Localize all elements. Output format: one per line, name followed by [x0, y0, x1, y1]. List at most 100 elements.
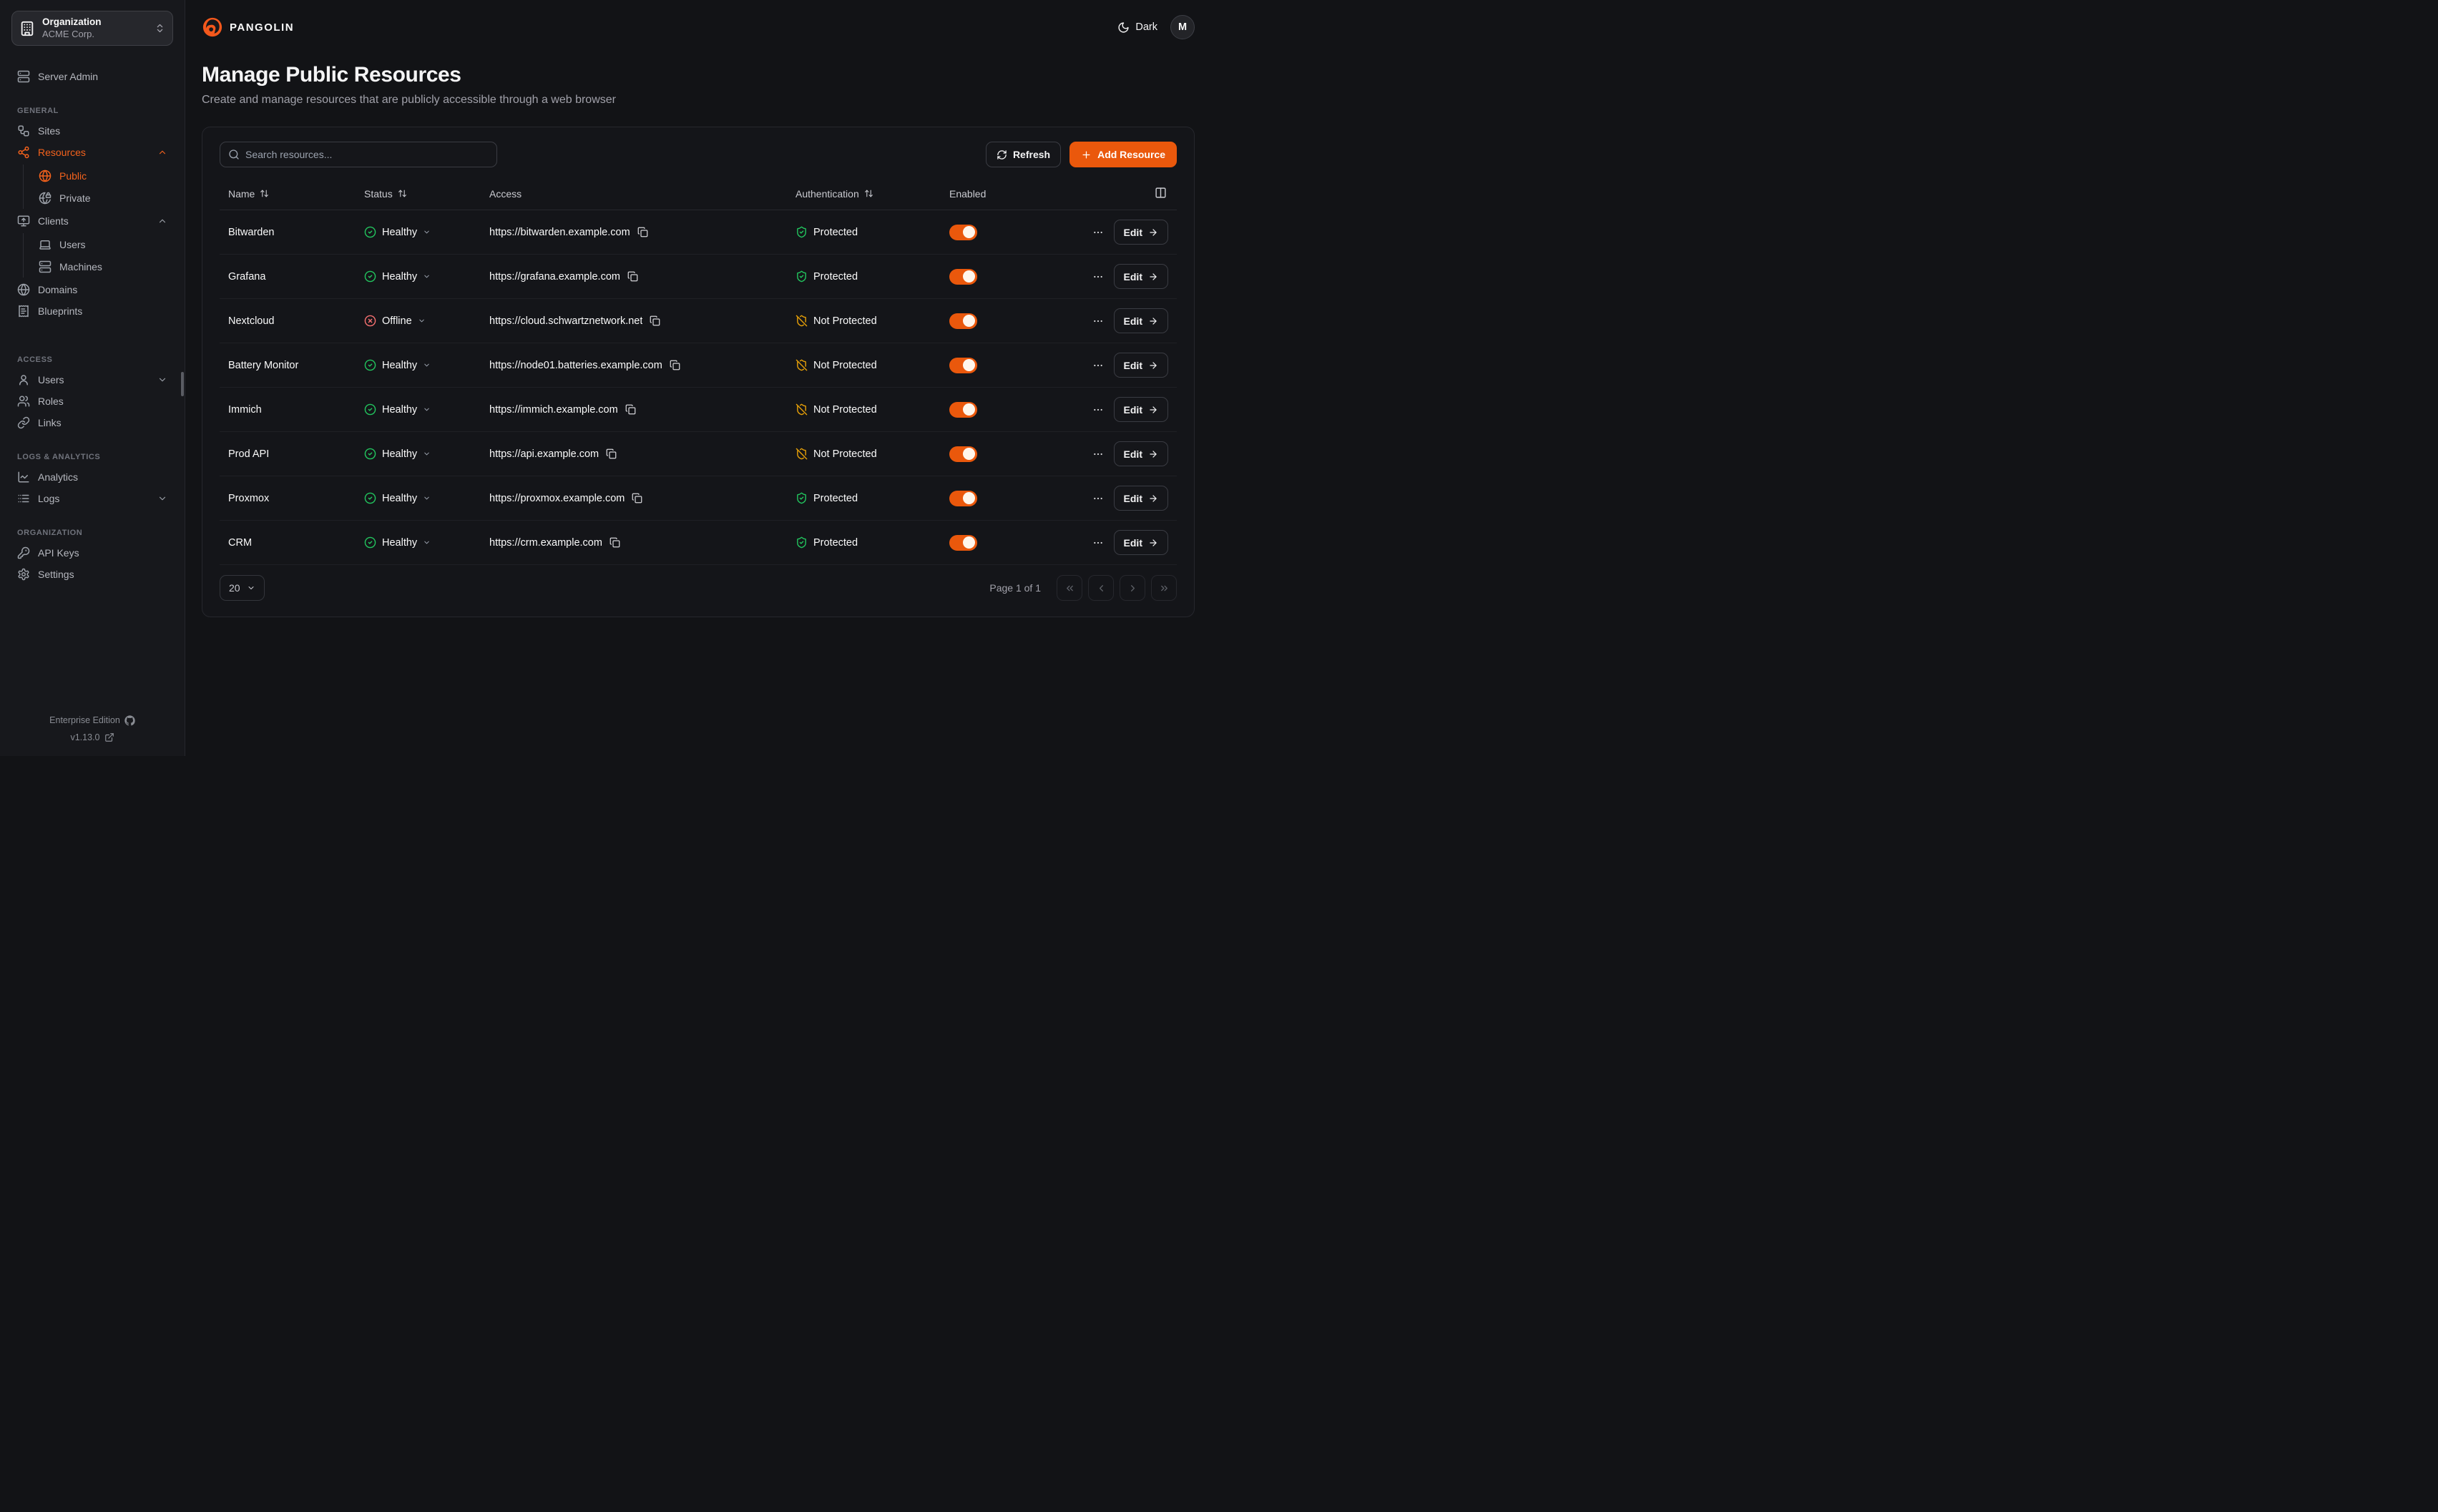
edit-button[interactable]: Edit [1114, 308, 1168, 333]
row-menu-button[interactable] [1090, 401, 1107, 418]
status-dropdown[interactable]: Healthy [364, 226, 431, 238]
sidebar-item-logs[interactable]: Logs [11, 488, 173, 509]
copy-url-button[interactable] [648, 314, 662, 328]
previous-page-button[interactable] [1088, 575, 1114, 601]
row-menu-button[interactable] [1090, 313, 1107, 330]
copy-url-button[interactable] [630, 491, 644, 505]
sidebar-item-domains[interactable]: Domains [11, 279, 173, 300]
page-size-select[interactable]: 20 [220, 575, 265, 601]
copy-url-button[interactable] [636, 225, 650, 239]
edit-button[interactable]: Edit [1114, 530, 1168, 555]
status-dropdown[interactable]: Healthy [364, 403, 431, 416]
enabled-toggle[interactable] [949, 535, 977, 551]
external-link-icon [104, 732, 114, 742]
add-resource-button[interactable]: Add Resource [1069, 142, 1177, 167]
ellipsis-icon [1092, 227, 1104, 238]
github-icon [124, 715, 135, 726]
row-menu-button[interactable] [1090, 224, 1107, 241]
table-row: CRM Healthy https://crm.example.com Prot… [220, 521, 1177, 565]
version-link[interactable]: v1.13.0 [0, 729, 185, 746]
pangolin-logo-icon [202, 16, 223, 38]
org-selector-label: Organization [42, 16, 147, 29]
refresh-button[interactable]: Refresh [986, 142, 1061, 167]
status-dropdown[interactable]: Healthy [364, 359, 431, 371]
sidebar-item-resources[interactable]: Resources [11, 142, 173, 163]
status-dropdown[interactable]: Healthy [364, 270, 431, 283]
enabled-toggle[interactable] [949, 269, 977, 285]
sidebar-item-server-admin[interactable]: Server Admin [11, 66, 173, 87]
edit-button[interactable]: Edit [1114, 264, 1168, 289]
status-dropdown[interactable]: Healthy [364, 448, 431, 460]
column-visibility-button[interactable] [1153, 185, 1168, 202]
shield-check-icon [795, 536, 808, 549]
sidebar-item-api-keys[interactable]: API Keys [11, 542, 173, 564]
copy-url-button[interactable] [668, 358, 682, 372]
row-menu-button[interactable] [1090, 490, 1107, 507]
circle-check-icon [364, 359, 376, 371]
sidebar-item-links[interactable]: Links [11, 412, 173, 433]
status-dropdown[interactable]: Healthy [364, 492, 431, 504]
chevrons-up-down-icon [155, 23, 165, 34]
edit-button[interactable]: Edit [1114, 486, 1168, 511]
clients-sub-list: Users Machines [23, 233, 173, 278]
edit-button[interactable]: Edit [1114, 353, 1168, 378]
enabled-toggle[interactable] [949, 225, 977, 240]
sidebar-item-sites[interactable]: Sites [11, 120, 173, 142]
edition-link[interactable]: Enterprise Edition [0, 712, 185, 729]
brand-logo[interactable]: PANGOLIN [202, 16, 294, 38]
chevron-up-icon [157, 216, 167, 226]
enabled-toggle[interactable] [949, 402, 977, 418]
sidebar-item-settings[interactable]: Settings [11, 564, 173, 585]
next-page-button[interactable] [1120, 575, 1145, 601]
theme-toggle[interactable]: Dark [1117, 21, 1157, 34]
shield-off-icon [795, 315, 808, 327]
sidebar-item-client-users[interactable]: Users [33, 233, 173, 255]
chevron-down-icon [423, 494, 431, 502]
last-page-button[interactable] [1151, 575, 1177, 601]
table-row: Nextcloud Offline https://cloud.schwartz… [220, 299, 1177, 343]
sidebar-section-logs-analytics: LOGS & ANALYTICS [17, 453, 167, 461]
chevron-left-icon [1096, 583, 1107, 594]
sidebar-scrollbar-thumb[interactable] [181, 372, 184, 396]
row-menu-button[interactable] [1090, 268, 1107, 285]
column-header-name[interactable]: Name [220, 188, 356, 200]
sidebar-item-blueprints[interactable]: Blueprints [11, 300, 173, 322]
sidebar-item-users[interactable]: Users [11, 369, 173, 391]
resource-url: https://bitwarden.example.com [489, 227, 630, 238]
sidebar-item-private[interactable]: Private [33, 187, 173, 209]
status-dropdown[interactable]: Offline [364, 315, 426, 327]
copy-url-button[interactable] [624, 403, 637, 416]
row-menu-button[interactable] [1090, 357, 1107, 374]
enabled-toggle[interactable] [949, 491, 977, 506]
search-input[interactable] [245, 149, 489, 160]
workflow-icon [17, 124, 30, 137]
enabled-toggle[interactable] [949, 446, 977, 462]
status-dropdown[interactable]: Healthy [364, 536, 431, 549]
chevrons-left-icon [1064, 583, 1075, 594]
copy-url-button[interactable] [626, 270, 640, 283]
org-selector[interactable]: Organization ACME Corp. [11, 11, 173, 46]
column-header-status[interactable]: Status [356, 188, 481, 200]
row-menu-button[interactable] [1090, 534, 1107, 551]
resource-url: https://api.example.com [489, 448, 599, 460]
edit-button[interactable]: Edit [1114, 220, 1168, 245]
sidebar-item-roles[interactable]: Roles [11, 391, 173, 412]
enabled-toggle[interactable] [949, 358, 977, 373]
enabled-toggle[interactable] [949, 313, 977, 329]
sidebar-item-machines[interactable]: Machines [33, 255, 173, 278]
copy-url-button[interactable] [608, 536, 622, 549]
first-page-button[interactable] [1057, 575, 1082, 601]
sidebar-item-analytics[interactable]: Analytics [11, 466, 173, 488]
receipt-icon [17, 305, 30, 318]
laptop-icon [39, 238, 52, 251]
share-nodes-icon [17, 146, 30, 159]
edit-button[interactable]: Edit [1114, 441, 1168, 466]
copy-url-button[interactable] [604, 447, 618, 461]
edit-button[interactable]: Edit [1114, 397, 1168, 422]
sidebar-item-public[interactable]: Public [33, 165, 173, 187]
row-menu-button[interactable] [1090, 446, 1107, 463]
column-header-authentication[interactable]: Authentication [787, 188, 941, 200]
chevron-down-icon [423, 406, 431, 413]
avatar[interactable]: M [1170, 15, 1195, 39]
sidebar-item-clients[interactable]: Clients [11, 210, 173, 232]
